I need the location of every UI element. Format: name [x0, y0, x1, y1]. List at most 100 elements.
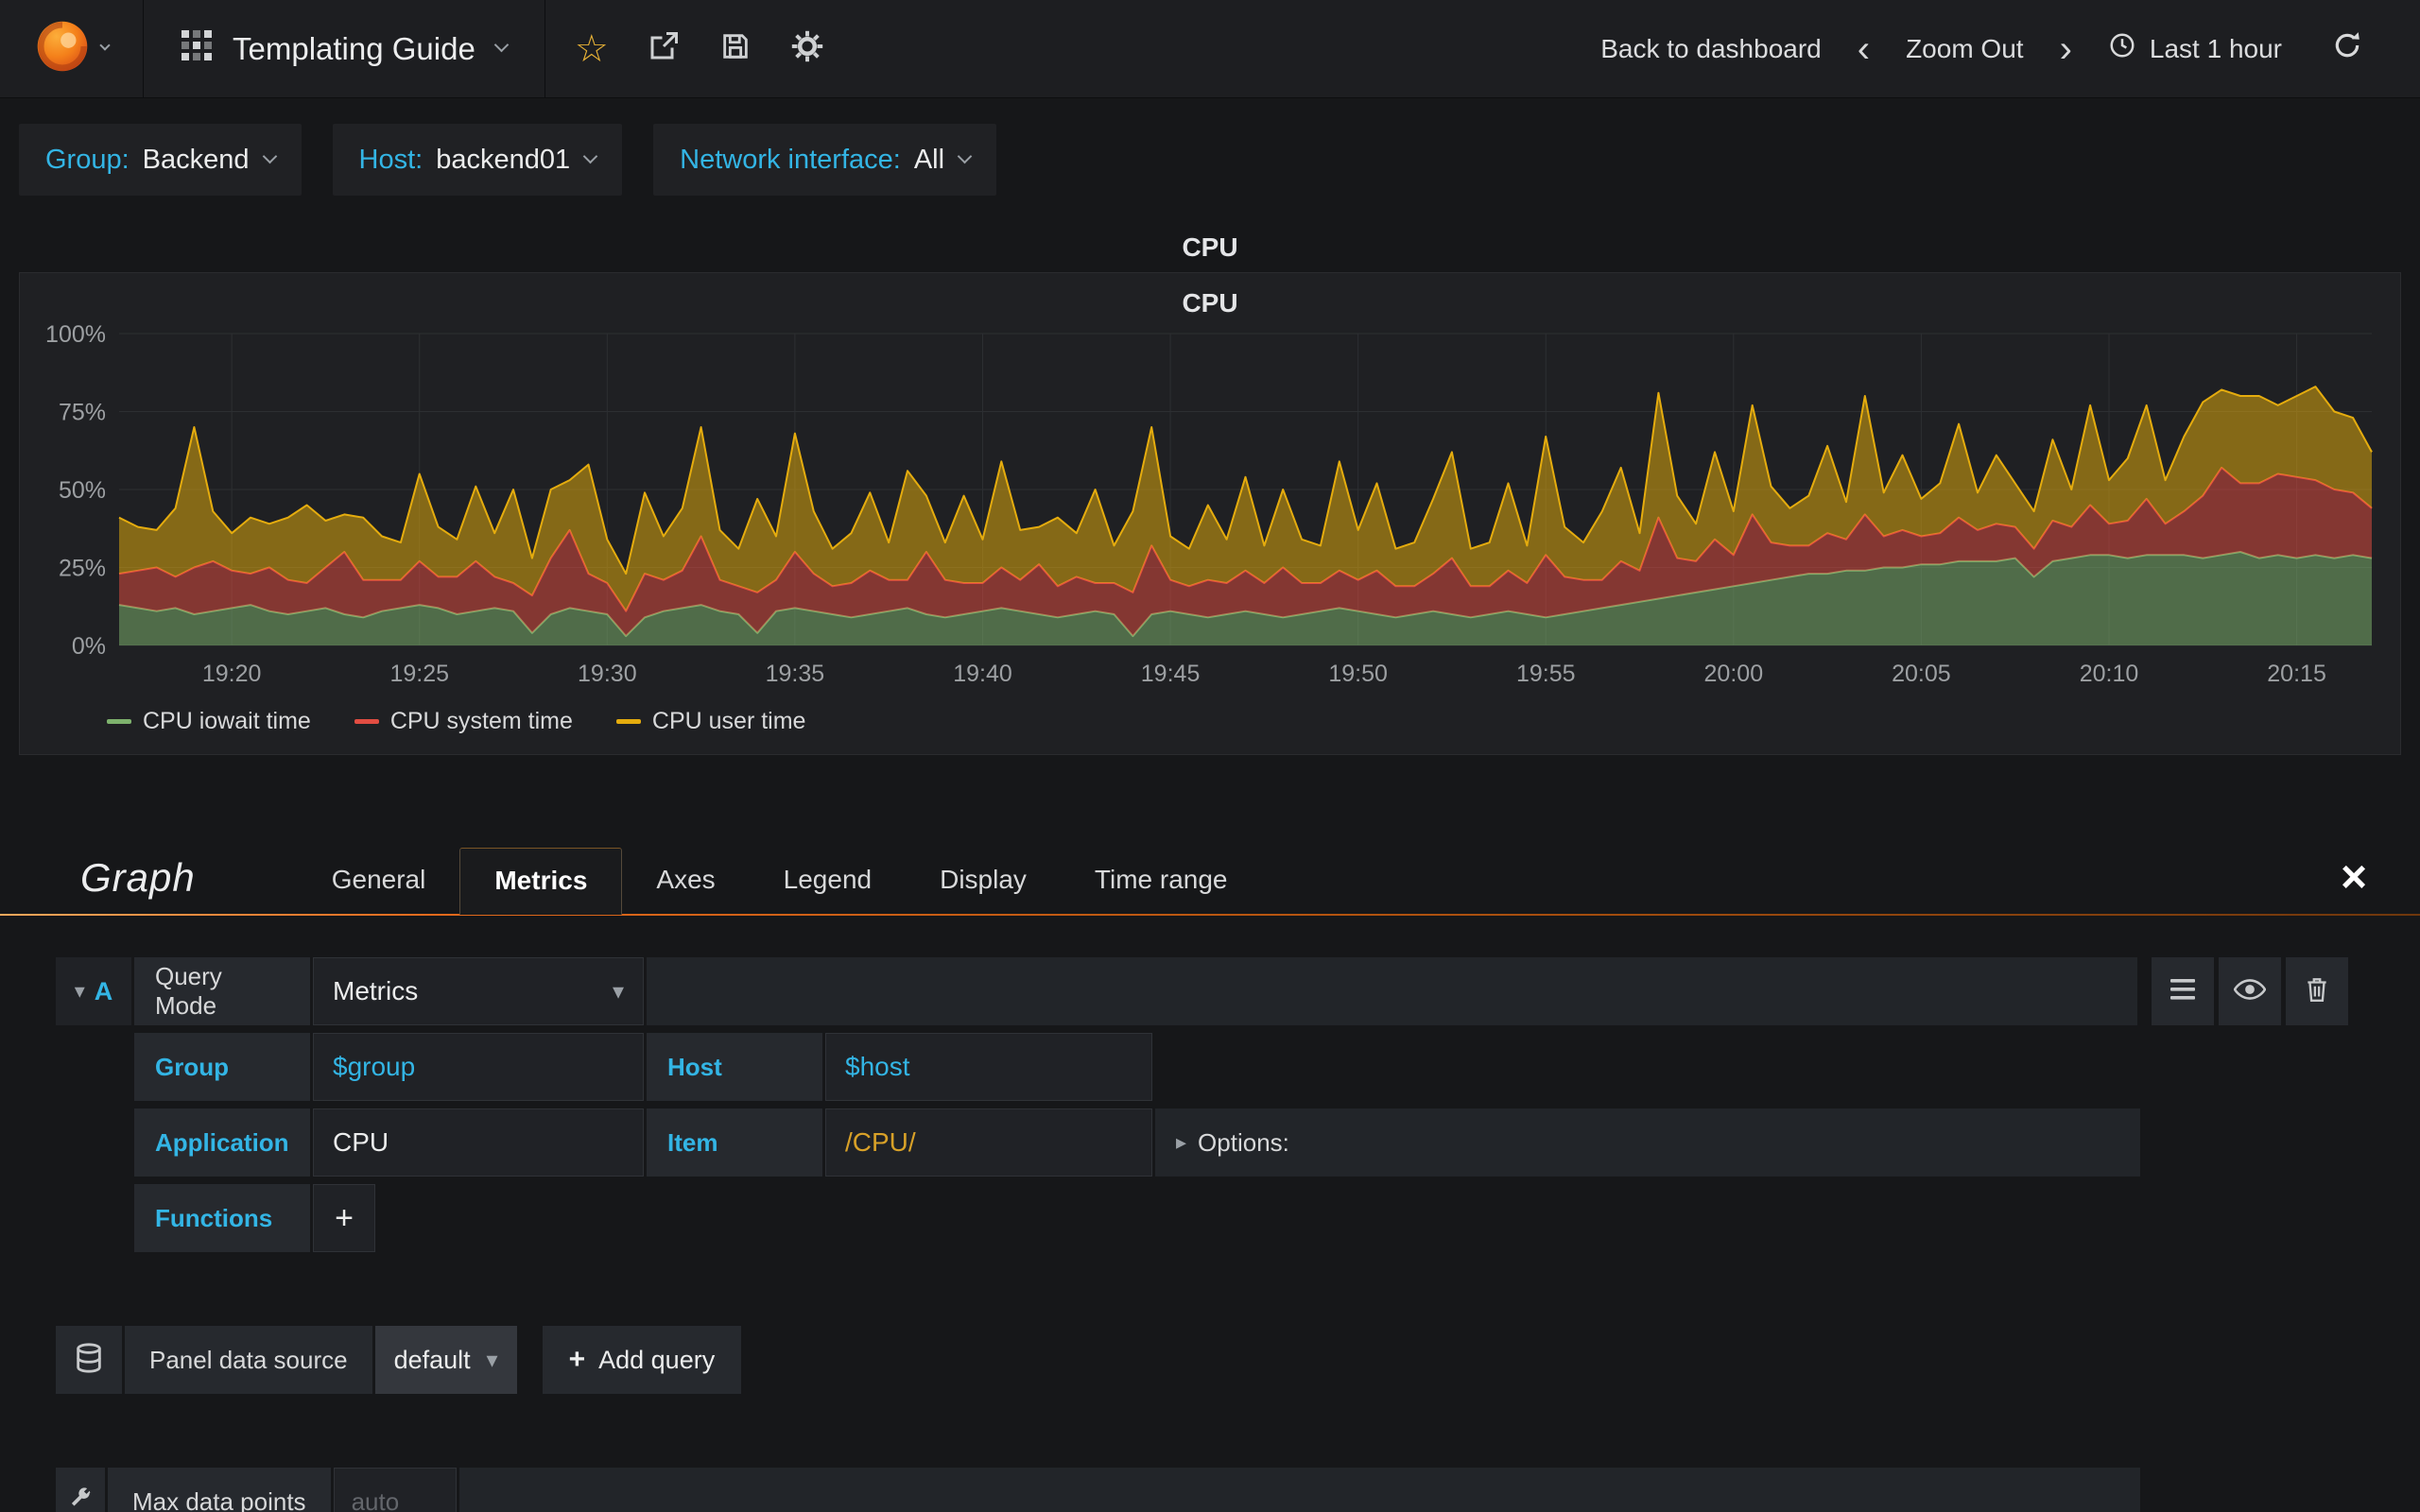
refresh-icon: [2332, 30, 2362, 67]
svg-text:19:30: 19:30: [578, 661, 637, 687]
application-input[interactable]: CPU: [313, 1108, 644, 1177]
item-input[interactable]: /CPU/: [825, 1108, 1152, 1177]
editor-tabs: General Metrics Axes Legend Display Time…: [298, 847, 1262, 915]
caret-down-icon: [262, 148, 277, 163]
chart-title: CPU: [1182, 288, 1238, 318]
caret-down-icon: [98, 39, 111, 51]
star-icon: ☆: [574, 26, 609, 71]
legend-dash: [615, 719, 641, 724]
back-to-dashboard-button[interactable]: Back to dashboard: [1600, 34, 1822, 64]
datasource-row: Panel data source default ▾ + Add query: [56, 1326, 2348, 1394]
grafana-logo-icon: [35, 19, 90, 78]
panel-title[interactable]: CPU: [0, 219, 2420, 272]
query-mode-value: Metrics: [333, 976, 419, 1005]
svg-text:19:25: 19:25: [389, 661, 449, 687]
variable-value: All: [913, 144, 945, 175]
group-input[interactable]: $group: [313, 1033, 644, 1101]
datasource-select[interactable]: default ▾: [374, 1326, 517, 1394]
save-button[interactable]: [704, 18, 767, 80]
svg-text:75%: 75%: [59, 400, 106, 426]
variable-label: Group:: [45, 144, 130, 175]
zoom-out-button[interactable]: Zoom Out: [1906, 34, 2023, 64]
options-bar: ▸ Options:: [1155, 1108, 2140, 1177]
query-mode-select[interactable]: Metrics ▾: [313, 957, 644, 1025]
item-value: /CPU/: [845, 1127, 916, 1157]
navbar-right: Back to dashboard ‹ Zoom Out › Last 1 ho…: [1600, 0, 2420, 97]
query-row-mode: ▾ A Query Mode Metrics ▾: [56, 957, 2348, 1025]
time-range-picker[interactable]: Last 1 hour: [2108, 31, 2282, 66]
svg-text:25%: 25%: [59, 556, 106, 582]
dashboard-title: Templating Guide: [233, 30, 475, 66]
cpu-chart[interactable]: 0% 25% 50% 75% 100% 19:20 19:25 19:30 19:35 19:40…: [20, 320, 2400, 698]
svg-text:20:05: 20:05: [1892, 661, 1951, 687]
application-value: CPU: [333, 1127, 389, 1157]
save-icon: [719, 30, 752, 67]
tab-display[interactable]: Display: [906, 848, 1061, 914]
item-label: Item: [647, 1108, 822, 1177]
host-label: Host: [647, 1033, 822, 1101]
tab-general[interactable]: General: [298, 848, 460, 914]
max-data-points-input[interactable]: auto: [333, 1468, 457, 1512]
legend-dash: [107, 719, 131, 724]
tab-axes[interactable]: Axes: [622, 848, 749, 914]
trash-icon: [2305, 975, 2329, 1008]
caret-down-icon: ▾: [486, 1347, 498, 1373]
variable-value: backend01: [436, 144, 571, 175]
query-row-application-item: Application CPU Item /CPU/ ▸ Options:: [134, 1108, 2348, 1177]
variable-group[interactable]: Group: Backend: [19, 124, 302, 196]
tab-metrics[interactable]: Metrics: [459, 848, 623, 915]
legend-label: CPU system time: [389, 708, 573, 734]
variable-label: Network interface:: [680, 144, 901, 175]
add-function-button[interactable]: +: [313, 1184, 375, 1252]
host-input[interactable]: $host: [825, 1033, 1152, 1101]
query-delete-button[interactable]: [2286, 957, 2348, 1025]
svg-text:19:35: 19:35: [766, 661, 825, 687]
legend-label: CPU iowait time: [143, 708, 311, 734]
variable-value: Backend: [142, 144, 250, 175]
refresh-button[interactable]: [2316, 18, 2378, 80]
add-query-label: Add query: [598, 1345, 716, 1374]
legend-dash: [354, 719, 379, 724]
legend-item[interactable]: CPU user time: [615, 708, 806, 735]
time-shift-back-button[interactable]: ‹: [1856, 30, 1872, 68]
variable-network-interface[interactable]: Network interface: All: [653, 124, 997, 196]
svg-text:20:10: 20:10: [2080, 661, 2139, 687]
caret-down-icon: [493, 37, 510, 53]
star-button[interactable]: ☆: [561, 18, 623, 80]
grafana-logo-button[interactable]: [0, 0, 144, 97]
tab-time-range[interactable]: Time range: [1061, 848, 1262, 914]
add-query-button[interactable]: + Add query: [542, 1326, 742, 1394]
query-collapse-toggle[interactable]: ▾ A: [56, 957, 131, 1025]
variable-host[interactable]: Host: backend01: [332, 124, 623, 196]
dashboard-title-dropdown[interactable]: Templating Guide: [144, 0, 545, 97]
datasource-label: Panel data source: [125, 1326, 372, 1394]
svg-text:100%: 100%: [45, 321, 106, 348]
share-button[interactable]: [632, 18, 695, 80]
close-editor-button[interactable]: ×: [2341, 855, 2367, 914]
query-menu-button[interactable]: [2152, 957, 2214, 1025]
caret-down-icon: [582, 148, 598, 163]
legend-item[interactable]: CPU system time: [354, 708, 573, 735]
navbar-actions: ☆: [545, 0, 854, 97]
svg-text:19:40: 19:40: [953, 661, 1012, 687]
settings-button[interactable]: [776, 18, 838, 80]
query-ref-letter: A: [94, 976, 113, 1005]
options-toggle[interactable]: ▸ Options:: [1155, 1128, 1289, 1158]
variable-label: Host:: [358, 144, 424, 175]
svg-text:20:00: 20:00: [1704, 661, 1764, 687]
template-variables-row: Group: Backend Host: backend01 Network i…: [0, 98, 2420, 219]
clock-icon: [2108, 31, 2136, 66]
legend-item[interactable]: CPU iowait time: [107, 708, 311, 735]
group-label: Group: [134, 1033, 310, 1101]
tab-legend[interactable]: Legend: [750, 848, 906, 914]
gear-icon: [790, 29, 824, 68]
query-editor: ▾ A Query Mode Metrics ▾ Group $group Ho…: [56, 957, 2348, 1252]
datasource-icon-cell: [56, 1326, 122, 1394]
caret-right-icon: ▸: [1176, 1130, 1187, 1155]
query-mode-label: Query Mode: [134, 957, 310, 1025]
menu-icon: [2170, 978, 2195, 1005]
legend-label: CPU user time: [651, 708, 806, 734]
time-shift-forward-button[interactable]: ›: [2058, 30, 2074, 68]
query-row-actions: [2152, 957, 2348, 1025]
query-toggle-visibility-button[interactable]: [2219, 957, 2281, 1025]
